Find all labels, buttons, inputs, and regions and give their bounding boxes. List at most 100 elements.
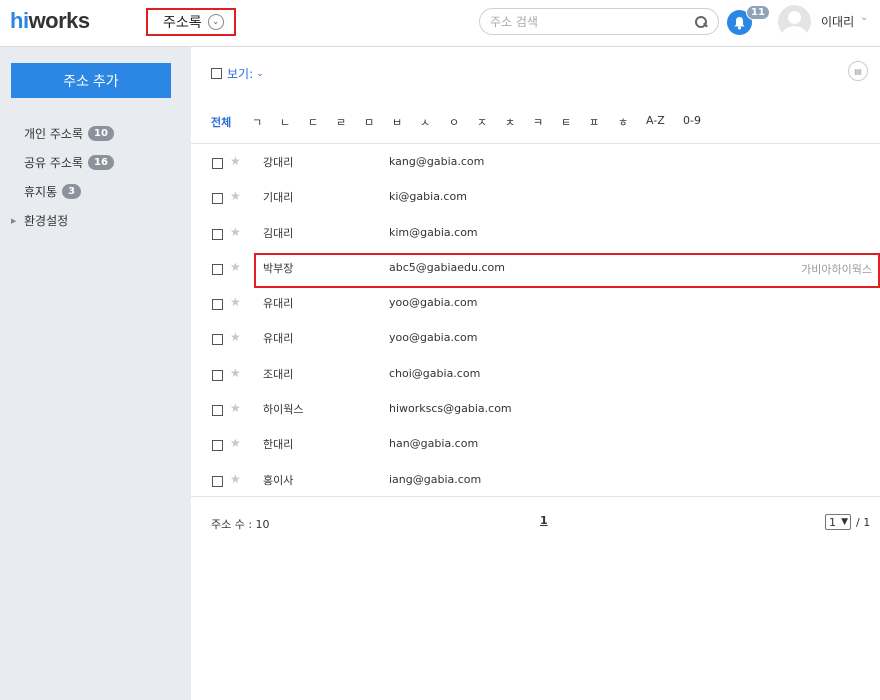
alphabet-filter-item[interactable]: ㅁ (364, 114, 374, 130)
star-icon[interactable]: ★ (230, 189, 241, 203)
app-title: 주소록 (163, 15, 202, 31)
sidebar-item-settings[interactable]: ▶ 환경설정 (0, 206, 191, 235)
contact-row[interactable]: ★ 강대리 kang@gabia.com (191, 144, 880, 179)
chevron-down-icon: ▼ (841, 517, 848, 527)
user-menu-chevron-icon[interactable]: ⌄ (860, 12, 868, 23)
page-select-group: 1 ▼ / 1 (825, 514, 870, 530)
alphabet-filter-item[interactable]: ㅋ (533, 114, 543, 130)
export-icon[interactable]: ▤ (848, 61, 868, 81)
notification-badge: 11 (746, 5, 770, 20)
row-checkbox[interactable] (212, 193, 223, 205)
alphabet-filter-item[interactable]: A-Z (646, 114, 665, 127)
page-select-value: 1 (829, 515, 836, 529)
search-icon[interactable] (694, 15, 708, 29)
row-checkbox[interactable] (212, 228, 223, 240)
contact-email[interactable]: ki@gabia.com (389, 190, 467, 203)
row-checkbox[interactable] (212, 475, 223, 487)
alphabet-filter-all[interactable]: 전체 (211, 114, 231, 130)
app-switcher[interactable]: 주소록 ⌄ (146, 8, 236, 36)
row-checkbox[interactable] (212, 263, 223, 275)
avatar[interactable] (778, 5, 811, 38)
contact-row[interactable]: ★ 기대리 ki@gabia.com (191, 179, 880, 214)
contact-name[interactable]: 강대리 (263, 154, 293, 170)
contact-name[interactable]: 한대리 (263, 436, 293, 452)
alphabet-filter-item[interactable]: ㄷ (308, 114, 318, 130)
select-all-checkbox[interactable] (211, 68, 222, 79)
chevron-down-icon: ⌄ (207, 14, 224, 30)
contact-email[interactable]: han@gabia.com (389, 437, 478, 450)
sidebar-item-shared[interactable]: 공유 주소록 16 (0, 148, 191, 177)
alphabet-filter-item[interactable]: ㅂ (392, 114, 402, 130)
row-checkbox[interactable] (212, 369, 223, 381)
alphabet-filter-item[interactable]: ㄹ (336, 114, 346, 130)
sidebar-menu: 개인 주소록 10 공유 주소록 16 휴지통 3 ▶ 환경설정 (0, 119, 191, 235)
contact-email[interactable]: hiworkscs@gabia.com (389, 402, 512, 415)
contact-email[interactable]: choi@gabia.com (389, 367, 480, 380)
count-badge: 10 (88, 126, 114, 141)
contact-row[interactable]: ★ 유대리 yoo@gabia.com (191, 320, 880, 355)
alphabet-filter-item[interactable]: ㄴ (280, 114, 290, 130)
alphabet-filter-item[interactable]: ㅅ (420, 114, 430, 130)
contact-name[interactable]: 홍이사 (263, 472, 293, 488)
contact-row[interactable]: ★ 김대리 kim@gabia.com (191, 215, 880, 250)
alphabet-filter-item[interactable]: ㄱ (252, 114, 262, 130)
star-icon[interactable]: ★ (230, 436, 241, 450)
star-icon[interactable]: ★ (230, 330, 241, 344)
row-checkbox[interactable] (212, 158, 223, 169)
view-dropdown[interactable]: 보기: (227, 65, 253, 82)
list-toolbar: 보기: ⌄ (211, 65, 264, 82)
star-icon[interactable]: ★ (230, 401, 241, 415)
user-name[interactable]: 이대리 (821, 13, 854, 30)
top-header: hiworks 주소록 ⌄ 11 이대리 ⌄ (0, 0, 880, 47)
contact-row[interactable]: ★ 홍이사 iang@gabia.com (191, 462, 880, 497)
row-checkbox[interactable] (212, 405, 223, 417)
alphabet-filter-item[interactable]: ㅌ (561, 114, 571, 130)
alphabet-filter-item[interactable]: ㅈ (477, 114, 487, 130)
alphabet-filter-item[interactable]: ㅇ (449, 114, 459, 130)
contact-name[interactable]: 유대리 (263, 330, 293, 346)
contact-row[interactable]: ★ 하이웍스 hiworkscs@gabia.com (191, 391, 880, 426)
alphabet-filter-item[interactable]: ㅎ (618, 114, 628, 130)
count-badge: 3 (62, 184, 82, 199)
contact-email[interactable]: kim@gabia.com (389, 226, 478, 239)
contact-email[interactable]: yoo@gabia.com (389, 296, 477, 309)
list-footer: 주소 수 : 10 1 1 ▼ / 1 (191, 496, 880, 546)
contact-email[interactable]: iang@gabia.com (389, 473, 481, 486)
contact-row[interactable]: ★ 한대리 han@gabia.com (191, 426, 880, 461)
contact-email[interactable]: kang@gabia.com (389, 155, 484, 168)
row-checkbox[interactable] (212, 440, 223, 452)
star-icon[interactable]: ★ (230, 260, 241, 274)
page-select[interactable]: 1 ▼ (825, 514, 851, 530)
sidebar: 주소 추가 개인 주소록 10 공유 주소록 16 휴지통 3 ▶ 환경설정 (0, 47, 191, 700)
contact-row[interactable]: ★ 박부장 abc5@gabiaedu.com 가비아하이웍스 (191, 250, 880, 288)
hiworks-logo[interactable]: hiworks (10, 8, 90, 34)
search-box (479, 8, 719, 35)
sidebar-item-label: 개인 주소록 (24, 127, 84, 141)
alphabet-filter-item[interactable]: ㅊ (505, 114, 515, 130)
alphabet-filter-item[interactable]: ㅍ (589, 114, 599, 130)
contact-name[interactable]: 조대리 (263, 366, 293, 382)
star-icon[interactable]: ★ (230, 366, 241, 380)
sidebar-item-trash[interactable]: 휴지통 3 (0, 177, 191, 206)
contact-name[interactable]: 김대리 (263, 225, 293, 241)
search-input[interactable] (490, 14, 694, 29)
alphabet-filter-item[interactable]: 0-9 (683, 114, 701, 127)
star-icon[interactable]: ★ (230, 225, 241, 239)
contact-row[interactable]: ★ 조대리 choi@gabia.com (191, 356, 880, 391)
star-icon[interactable]: ★ (230, 154, 241, 168)
star-icon[interactable]: ★ (230, 295, 241, 309)
sidebar-item-personal[interactable]: 개인 주소록 10 (0, 119, 191, 148)
contact-email[interactable]: yoo@gabia.com (389, 331, 477, 344)
caret-right-icon: ▶ (11, 216, 17, 225)
chevron-down-icon[interactable]: ⌄ (256, 69, 264, 79)
row-checkbox[interactable] (212, 299, 223, 311)
contact-name[interactable]: 하이웍스 (263, 401, 303, 417)
add-contact-button[interactable]: 주소 추가 (11, 63, 171, 98)
star-icon[interactable]: ★ (230, 472, 241, 486)
page-link[interactable]: 1 (540, 514, 548, 527)
contact-name[interactable]: 기대리 (263, 189, 293, 205)
contact-row[interactable]: ★ 유대리 yoo@gabia.com (191, 285, 880, 320)
count-badge: 16 (88, 155, 114, 170)
contact-name[interactable]: 유대리 (263, 295, 293, 311)
row-checkbox[interactable] (212, 334, 223, 346)
